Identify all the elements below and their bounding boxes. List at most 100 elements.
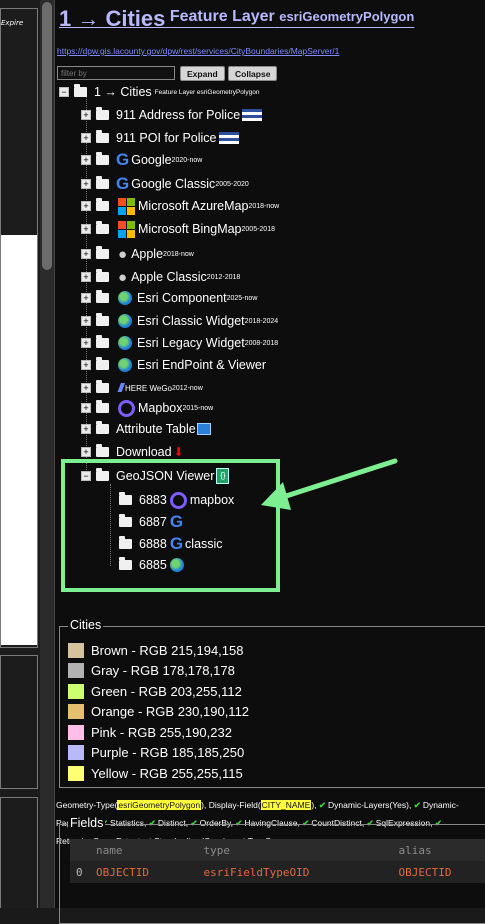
legend-item-gray: Gray - RGB 178,178,178 bbox=[68, 661, 235, 679]
filter-input[interactable] bbox=[57, 66, 175, 80]
tree-item-esri-component[interactable]: + Esri Component 2025-now bbox=[81, 288, 257, 308]
tree-item-here-wego[interactable]: + /// HERE WeGo 2012-now bbox=[81, 378, 203, 398]
apple-icon: ● bbox=[118, 268, 128, 286]
field-type: esriFieldTypeOID bbox=[197, 861, 393, 883]
tree-item-apple[interactable]: + ● Apple 2018-now bbox=[81, 244, 194, 264]
left-panel-middle bbox=[0, 655, 38, 789]
google-icon: G bbox=[116, 174, 130, 193]
tree-item-label: Attribute Table bbox=[116, 422, 196, 436]
field-name: OBJECTID bbox=[90, 861, 198, 883]
tree-item-911-poi[interactable]: + 911 POI for Police bbox=[81, 128, 239, 148]
tree-item-sup: 2018-now bbox=[248, 202, 280, 210]
tree-item-mapbox[interactable]: + Mapbox 2015-now bbox=[81, 398, 213, 418]
folder-icon bbox=[96, 290, 109, 303]
vertical-scrollbar[interactable] bbox=[40, 0, 54, 908]
field-alias: OBJECTID bbox=[392, 861, 485, 883]
expand-toggle-icon[interactable]: + bbox=[81, 179, 91, 189]
expand-toggle-icon[interactable]: + bbox=[81, 133, 91, 143]
geometry-type-value: esriGeometryPolygon bbox=[117, 800, 202, 810]
folder-icon bbox=[96, 400, 109, 413]
fields-table: name type alias 0 OBJECTID esriFieldType… bbox=[70, 839, 485, 883]
tree-item-sup: 2020-now bbox=[171, 156, 203, 164]
tree-item-sup: 2012-now bbox=[172, 384, 203, 392]
tree-item-attribute-table[interactable]: + Attribute Table bbox=[81, 419, 211, 439]
display-field-value: CITY_NAME bbox=[260, 800, 312, 810]
color-swatch bbox=[68, 662, 84, 678]
expand-toggle-icon[interactable]: + bbox=[81, 338, 91, 348]
tree-item-esri-endpoint[interactable]: + Esri EndPoint & Viewer bbox=[81, 355, 266, 375]
title-geometry: esriGeometryPolygon bbox=[279, 9, 415, 24]
legend-label: Purple - RGB 185,185,250 bbox=[91, 744, 245, 760]
tree-item-azuremap[interactable]: + Microsoft AzureMap 2018-now bbox=[81, 196, 279, 216]
cities-legend-title: Cities bbox=[68, 618, 104, 632]
legend-label: Orange - RGB 230,190,112 bbox=[91, 703, 250, 719]
tree-item-label: Esri EndPoint & Viewer bbox=[137, 358, 266, 372]
expand-toggle-icon[interactable]: + bbox=[81, 316, 91, 326]
folder-icon bbox=[96, 246, 109, 259]
display-field-suffix: ), bbox=[311, 800, 317, 810]
collapse-toggle-icon[interactable]: − bbox=[59, 87, 69, 97]
folder-icon bbox=[96, 444, 109, 457]
tree-item-label: Google Classic bbox=[131, 177, 216, 191]
color-swatch bbox=[68, 703, 84, 719]
tree-item-label: Esri Legacy Widget bbox=[137, 336, 245, 350]
collapse-button[interactable]: Collapse bbox=[228, 66, 278, 81]
tree-item-911-address[interactable]: + 911 Address for Police bbox=[81, 105, 263, 125]
tree-item-sup: 2012-2018 bbox=[206, 273, 241, 281]
tree-item-sup: 2025-now bbox=[226, 294, 258, 302]
download-icon: ⬇ bbox=[173, 445, 184, 459]
left-panel-top: Expire bbox=[0, 8, 38, 648]
tree-item-esri-legacy-widget[interactable]: + Esri Legacy Widget 2008-2018 bbox=[81, 333, 278, 353]
legend-item-yellow: Yellow - RGB 255,255,115 bbox=[68, 764, 243, 782]
color-swatch bbox=[68, 642, 84, 658]
expand-toggle-icon[interactable]: + bbox=[81, 360, 91, 370]
service-url-link[interactable]: https://dpw.gis.lacounty.gov/dpw/rest/se… bbox=[57, 46, 339, 56]
color-swatch bbox=[68, 724, 84, 740]
scrollbar-thumb[interactable] bbox=[42, 2, 52, 270]
tree-item-google[interactable]: + G Google 2020-now bbox=[81, 150, 202, 170]
display-field-prefix: ), Display-Field( bbox=[201, 800, 261, 810]
globe-icon bbox=[118, 314, 132, 328]
expand-toggle-icon[interactable]: + bbox=[81, 447, 91, 457]
expand-toggle-icon[interactable]: + bbox=[81, 224, 91, 234]
tree-item-label: Download bbox=[116, 445, 172, 459]
expand-toggle-icon[interactable]: + bbox=[81, 110, 91, 120]
apple-icon: ● bbox=[118, 245, 128, 263]
tree-root-label: 1 → Cities bbox=[94, 85, 152, 99]
check-icon: ✔ bbox=[413, 800, 421, 810]
folder-icon bbox=[96, 313, 109, 326]
expand-toggle-icon[interactable]: + bbox=[81, 272, 91, 282]
tree-item-bingmap[interactable]: + Microsoft BingMap 2005-2018 bbox=[81, 219, 275, 239]
folder-icon bbox=[96, 357, 109, 370]
microsoft-icon bbox=[118, 197, 135, 215]
legend-item-purple: Purple - RGB 185,185,250 bbox=[68, 743, 244, 761]
capability-flag: Dynamic-Layers(Yes), bbox=[328, 800, 412, 810]
tree-item-sup: 2005-2018 bbox=[241, 225, 275, 233]
column-header-type: type bbox=[197, 839, 393, 861]
expand-toggle-icon[interactable]: + bbox=[81, 403, 91, 413]
tree-item-label: Esri Component bbox=[137, 291, 227, 305]
expand-toggle-icon[interactable]: + bbox=[81, 293, 91, 303]
page-title[interactable]: 1 → Cities Feature Layer esriGeometryPol… bbox=[59, 6, 479, 32]
expand-toggle-icon[interactable]: + bbox=[81, 383, 91, 393]
expand-toggle-icon[interactable]: + bbox=[81, 201, 91, 211]
color-swatch bbox=[68, 744, 84, 760]
tree-item-apple-classic[interactable]: + ● Apple Classic 2012-2018 bbox=[81, 267, 240, 287]
expand-toggle-icon[interactable]: + bbox=[81, 424, 91, 434]
tree-item-label: Apple bbox=[131, 247, 164, 261]
legend-label: Brown - RGB 215,194,158 bbox=[91, 642, 244, 658]
tree-item-google-classic[interactable]: + G Google Classic 2005-2020 bbox=[81, 174, 249, 194]
expand-button[interactable]: Expand bbox=[180, 66, 225, 81]
tree-item-label: Esri Classic Widget bbox=[137, 314, 245, 328]
folder-icon bbox=[96, 335, 109, 348]
left-panel-bottom bbox=[0, 797, 38, 908]
tree-item-esri-classic-widget[interactable]: + Esri Classic Widget 2018-2024 bbox=[81, 311, 278, 331]
tree-item-sup: 2018-2024 bbox=[244, 317, 279, 325]
tree-root-sup: Feature Layer esriGeometryPolygon bbox=[154, 88, 260, 96]
column-header-index bbox=[70, 839, 90, 861]
expand-toggle-icon[interactable]: + bbox=[81, 155, 91, 165]
tree-root[interactable]: − 1 → Cities Feature Layer esriGeometryP… bbox=[59, 82, 259, 102]
title-main: 1 → Cities bbox=[59, 6, 166, 31]
expand-toggle-icon[interactable]: + bbox=[81, 249, 91, 259]
left-sidebar: Expire bbox=[0, 0, 40, 908]
